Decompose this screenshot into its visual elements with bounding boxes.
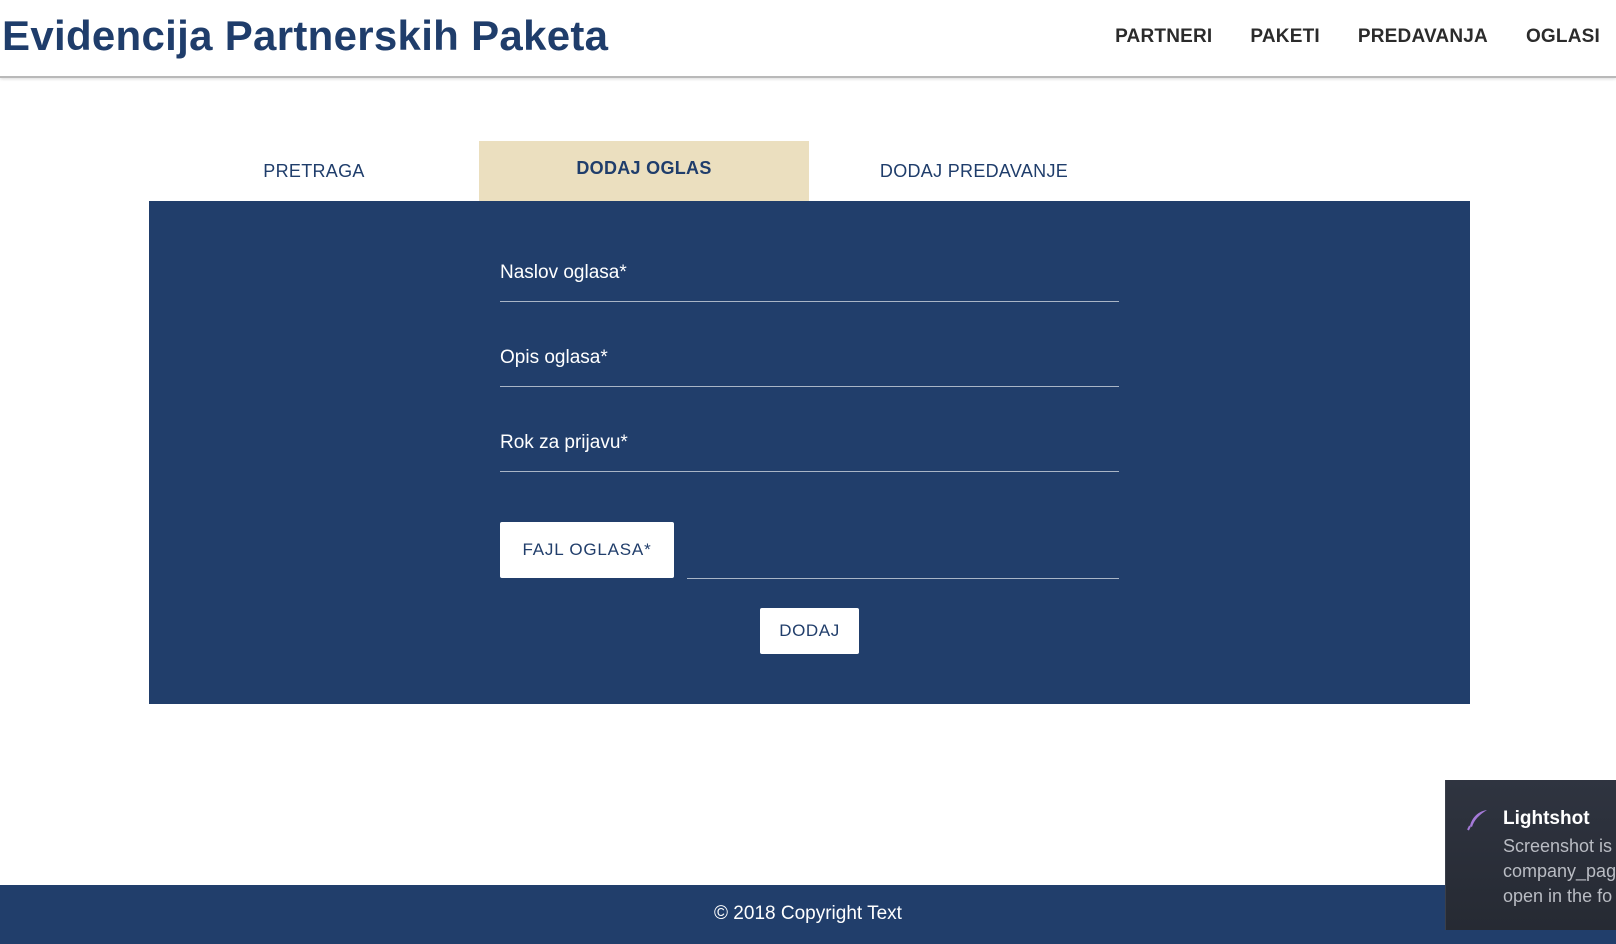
page-footer: © 2018 Copyright Text <box>0 885 1616 944</box>
notification-title: Lightshot <box>1503 808 1590 829</box>
lightshot-notification[interactable]: Lightshot Screenshot is company_pag open… <box>1445 780 1616 930</box>
notification-text-line: company_pag <box>1503 861 1616 881</box>
feather-icon <box>1466 808 1490 832</box>
nav-item-predavanja[interactable]: PREDAVANJA <box>1358 26 1488 48</box>
add-ad-form-panel: Naslov oglasa* Opis oglasa* Rok za prija… <box>149 201 1470 704</box>
copyright-text: © 2018 Copyright Text <box>714 903 902 924</box>
file-name-field[interactable] <box>687 578 1119 579</box>
application-deadline-label: Rok za prijavu* <box>500 432 628 453</box>
site-title[interactable]: Evidencija Partnerskih Paketa <box>2 12 608 60</box>
tab-pretraga[interactable]: PRETRAGA <box>149 141 479 201</box>
ad-title-field[interactable]: Naslov oglasa* <box>500 240 1119 302</box>
notification-text-line: Screenshot is <box>1503 836 1613 856</box>
tab-dodaj-oglas[interactable]: DODAJ OGLAS <box>479 141 809 201</box>
nav-item-paketi[interactable]: PAKETI <box>1250 26 1319 48</box>
ad-description-label: Opis oglasa* <box>500 347 608 368</box>
file-upload-button[interactable]: FAJL OGLASA* <box>500 522 674 578</box>
tab-bar: PRETRAGA DODAJ OGLAS DODAJ PREDAVANJE <box>149 141 1139 201</box>
ad-description-field[interactable]: Opis oglasa* <box>500 325 1119 387</box>
ad-title-label: Naslov oglasa* <box>500 262 627 283</box>
application-deadline-field[interactable]: Rok za prijavu* <box>500 410 1119 472</box>
top-header: Evidencija Partnerskih Paketa PARTNERI P… <box>0 0 1616 78</box>
tab-dodaj-predavanje[interactable]: DODAJ PREDAVANJE <box>809 141 1139 201</box>
main-nav: PARTNERI PAKETI PREDAVANJA OGLASI <box>1077 26 1600 48</box>
nav-item-partneri[interactable]: PARTNERI <box>1115 26 1212 48</box>
submit-button[interactable]: DODAJ <box>760 608 859 654</box>
notification-text-line: open in the fo <box>1503 886 1613 906</box>
nav-item-oglasi[interactable]: OGLASI <box>1526 26 1600 48</box>
